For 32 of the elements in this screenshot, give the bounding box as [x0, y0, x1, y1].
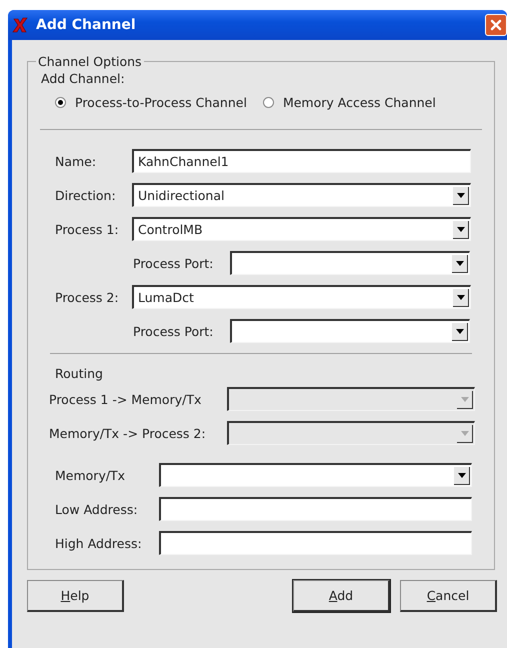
- dialog-button[interactable]: Add: [293, 580, 390, 612]
- field-label: Process 1:: [55, 222, 120, 236]
- radio-option[interactable]: Memory Access Channel: [262, 95, 436, 110]
- text-field[interactable]: KahnChannel1: [132, 149, 471, 173]
- combo-box[interactable]: LumaDct: [132, 285, 471, 309]
- field-label: Memory/Tx: [55, 468, 126, 482]
- section-title: Routing: [55, 366, 104, 381]
- field-label: Name:: [55, 154, 98, 168]
- field-label: Process 2:: [55, 290, 120, 304]
- combo-box[interactable]: [159, 463, 472, 487]
- field-label: High Address:: [55, 536, 143, 550]
- window-title: Add Channel: [36, 17, 136, 33]
- text-field[interactable]: [159, 497, 472, 521]
- field-label: Process Port:: [133, 256, 214, 270]
- close-button[interactable]: [485, 14, 507, 36]
- field-label: Direction:: [55, 188, 117, 202]
- field-label: Low Address:: [55, 502, 139, 516]
- text-field[interactable]: [159, 531, 472, 555]
- combo-box[interactable]: [230, 251, 470, 275]
- add-channel-label: Add Channel:: [41, 71, 126, 86]
- app-icon: [12, 17, 28, 33]
- dialog-button[interactable]: Cancel: [400, 580, 497, 612]
- field-label: Memory/Tx -> Process 2:: [49, 426, 207, 440]
- field-label: Process Port:: [133, 324, 214, 338]
- radio-option[interactable]: Process-to-Process Channel: [55, 95, 247, 110]
- combo-box[interactable]: Unidirectional: [132, 183, 471, 207]
- field-label: Process 1 -> Memory/Tx: [49, 392, 202, 406]
- combo-box[interactable]: ControlMB: [132, 217, 471, 241]
- close-icon: [489, 18, 503, 32]
- group-title: Channel Options: [37, 54, 143, 69]
- combo-box[interactable]: [230, 319, 470, 343]
- dialog-button[interactable]: Help: [27, 580, 124, 612]
